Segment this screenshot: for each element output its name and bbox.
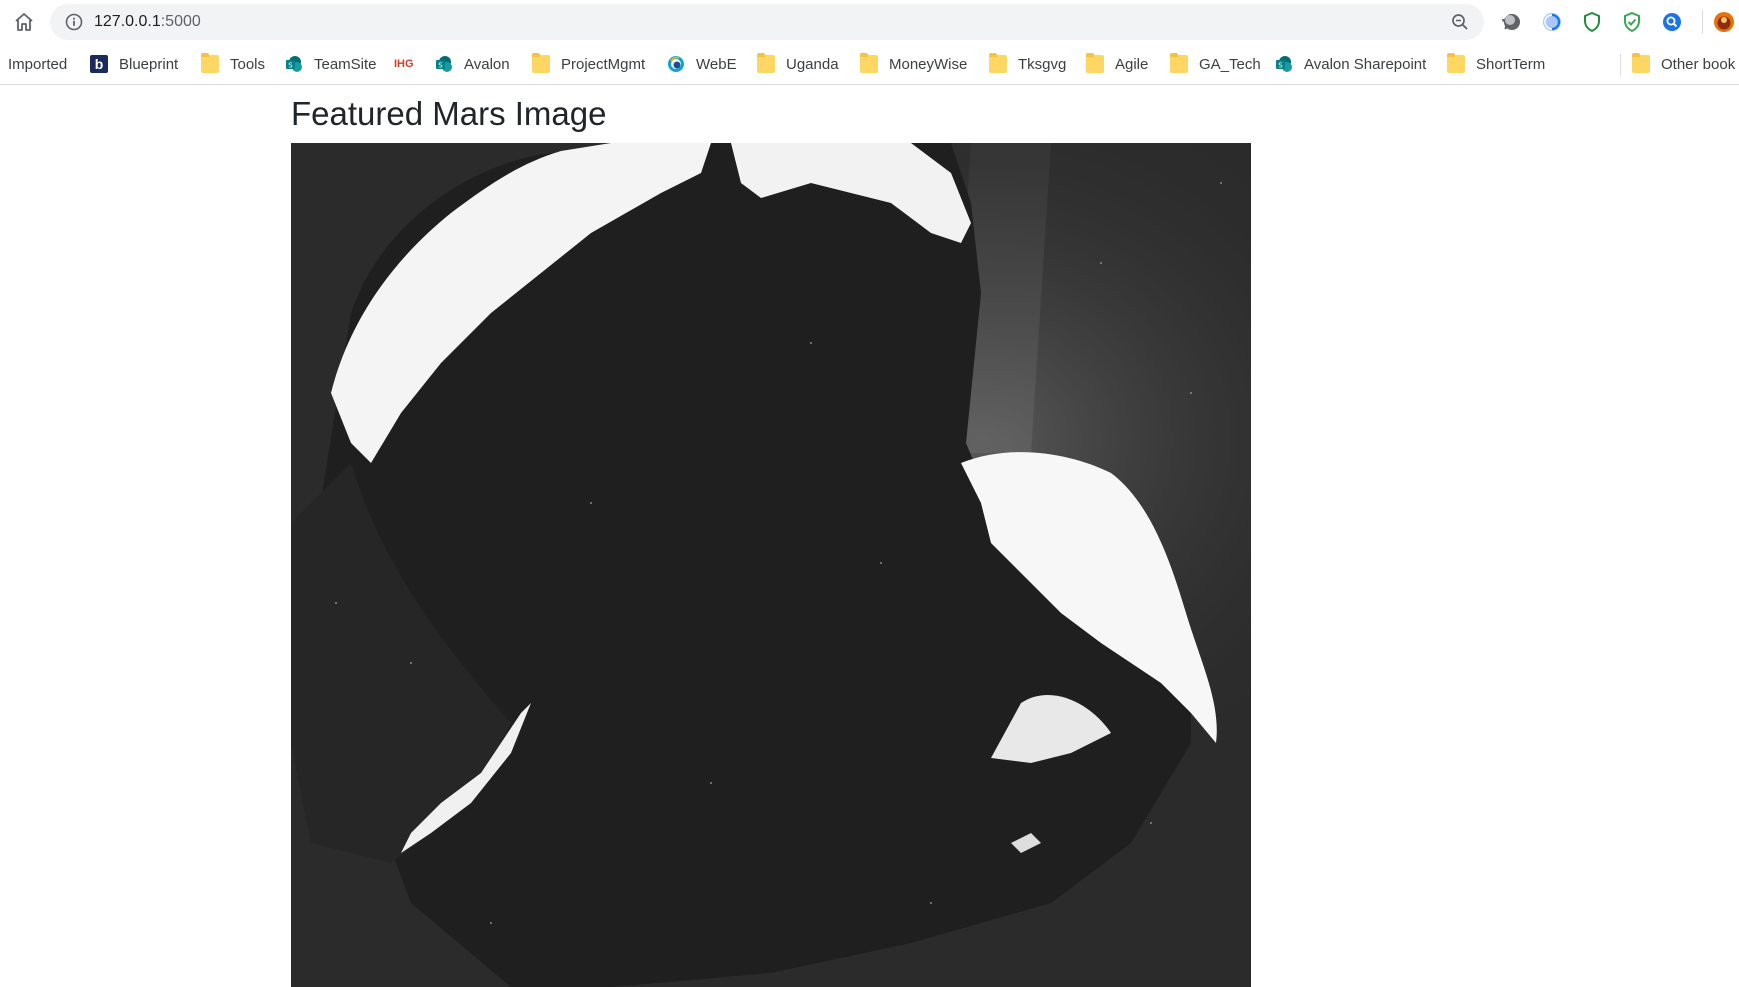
- url-port: :5000: [160, 13, 201, 30]
- refresh-extension-icon[interactable]: [1540, 10, 1564, 34]
- bookmark-projectmgmt[interactable]: ProjectMgmt: [532, 44, 645, 84]
- url-host: 127.0.0.1: [94, 13, 161, 30]
- shield-check-extension-icon[interactable]: [1620, 10, 1644, 34]
- folder-icon: [860, 53, 878, 73]
- bookmark-avalon-sharepoint[interactable]: S Avalon Sharepoint: [1275, 44, 1426, 84]
- bookmark-label: Uganda: [786, 55, 839, 73]
- zoom-icon[interactable]: [1450, 12, 1470, 32]
- bookmark-avalon[interactable]: S Avalon: [435, 44, 510, 84]
- folder-icon: [1170, 53, 1188, 73]
- bookmark-label: TeamSite: [314, 55, 377, 73]
- toolbar-divider: [1702, 10, 1703, 34]
- bookmark-ga-tech[interactable]: GA_Tech: [1170, 44, 1261, 84]
- bookmark-label: Tksgvg: [1018, 55, 1067, 73]
- ihg-icon: IHG: [394, 58, 414, 70]
- search-extension-icon[interactable]: [1660, 10, 1684, 34]
- sharepoint-icon: S: [435, 55, 453, 73]
- bookmark-moneywise[interactable]: MoneyWise: [860, 44, 967, 84]
- shield-extension-icon[interactable]: [1580, 10, 1604, 34]
- bookmark-other-bookmarks[interactable]: Other book: [1632, 44, 1735, 84]
- bookmark-label: Avalon: [464, 55, 510, 73]
- bookmark-blueprint[interactable]: b Blueprint: [90, 44, 178, 84]
- bookmark-webe[interactable]: WebE: [667, 44, 737, 84]
- folder-icon: [532, 53, 550, 73]
- bookmark-tksgvg[interactable]: Tksgvg: [989, 44, 1066, 84]
- bookmarks-divider: [1620, 54, 1621, 76]
- url-text[interactable]: 127.0.0.1:5000: [94, 4, 201, 40]
- page-title: Featured Mars Image: [291, 95, 607, 132]
- bookmark-uganda[interactable]: Uganda: [757, 44, 839, 84]
- site-info-icon[interactable]: [64, 12, 84, 32]
- bookmark-label: Agile: [1115, 55, 1149, 73]
- bookmark-label: GA_Tech: [1199, 55, 1261, 73]
- folder-icon: [1086, 53, 1104, 73]
- folder-icon: [201, 53, 219, 73]
- bookmark-label: Imported: [8, 55, 68, 73]
- folder-icon: [757, 53, 775, 73]
- bookmark-label: Blueprint: [119, 55, 179, 73]
- browser-toolbar: 127.0.0.1:5000: [0, 0, 1739, 44]
- sharepoint-icon: S: [1275, 55, 1293, 73]
- folder-icon: [989, 53, 1007, 73]
- bookmark-label: WebE: [696, 55, 737, 73]
- bookmark-label: ProjectMgmt: [561, 55, 646, 73]
- globe-icon: [667, 55, 685, 73]
- sharepoint-icon: S: [285, 55, 303, 73]
- bookmark-label: Avalon Sharepoint: [1304, 55, 1427, 73]
- svg-text:S: S: [1278, 62, 1283, 70]
- circle-extension-icon[interactable]: [1500, 10, 1524, 34]
- home-icon[interactable]: [12, 10, 36, 34]
- bookmark-label: Tools: [230, 55, 266, 73]
- svg-text:S: S: [438, 62, 443, 70]
- svg-text:S: S: [288, 62, 293, 70]
- bookmark-ihg[interactable]: IHG: [394, 44, 423, 84]
- bookmark-teamsite[interactable]: S TeamSite: [285, 44, 377, 84]
- bookmark-shortterm[interactable]: ShortTerm: [1447, 44, 1545, 84]
- folder-icon: [1447, 53, 1465, 73]
- bookmark-label: MoneyWise: [889, 55, 968, 73]
- bookmark-label: Other book: [1661, 55, 1736, 73]
- profile-avatar-icon[interactable]: [1712, 10, 1736, 34]
- bookmark-agile[interactable]: Agile: [1086, 44, 1148, 84]
- bookmark-label: ShortTerm: [1476, 55, 1546, 73]
- bookmarks-bar: Imported b Blueprint Tools S TeamSite IH…: [0, 44, 1739, 85]
- folder-icon: [1632, 53, 1650, 73]
- bookmark-tools[interactable]: Tools: [201, 44, 265, 84]
- featured-mars-image: [291, 143, 1251, 987]
- blueprint-icon: b: [90, 55, 108, 73]
- bookmark-imported[interactable]: Imported: [8, 44, 67, 84]
- address-bar[interactable]: 127.0.0.1:5000: [50, 4, 1519, 40]
